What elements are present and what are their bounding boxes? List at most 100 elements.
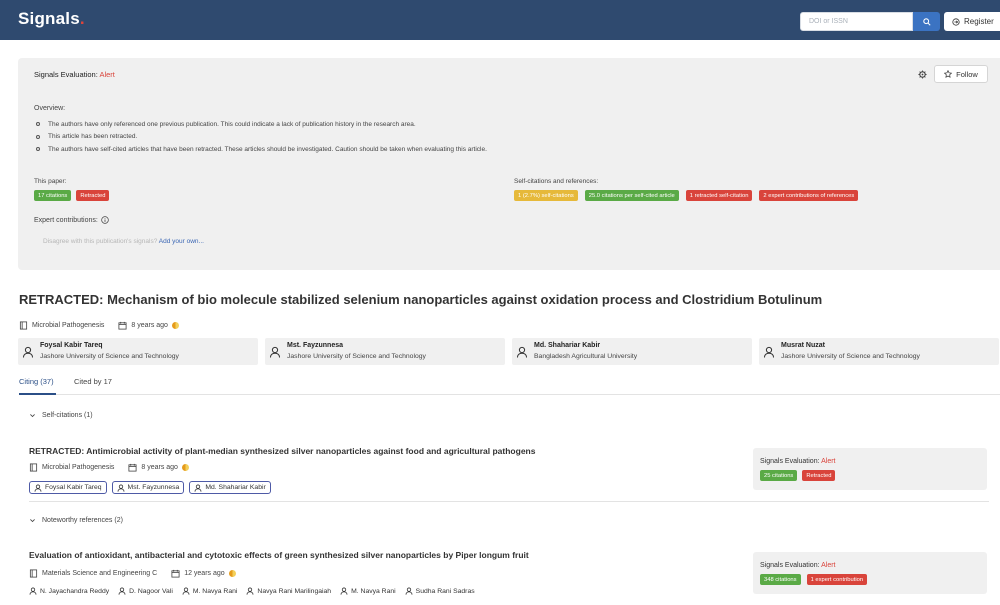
chevron-down-icon	[30, 519, 35, 523]
author-affiliation: Jashore University of Science and Techno…	[287, 353, 426, 360]
page-title: RETRACTED: Mechanism of bio molecule sta…	[19, 292, 823, 307]
journal-name[interactable]: Microbial Pathogenesis	[32, 322, 104, 329]
retracted-self-citation-badge: 1 retracted self-citation	[685, 190, 753, 201]
author-card[interactable]: Foysal Kabir Tareq Jashore University of…	[18, 338, 258, 365]
reference-signals-box[interactable]: Signals Evaluation: Alert 348 citations …	[753, 552, 987, 594]
self-citation-badge: 1 (2.7%) self-citations	[514, 190, 578, 201]
signals-logo[interactable]: Signals.	[18, 9, 85, 29]
calendar-icon	[118, 321, 127, 330]
retracted-badge: Retracted	[802, 470, 836, 481]
divider	[29, 501, 989, 502]
citations-badge: 17 citations	[34, 190, 72, 201]
overview-item: The authors have self-cited articles tha…	[34, 143, 487, 156]
author-card[interactable]: Mst. Fayzunnesa Jashore University of Sc…	[265, 338, 505, 365]
author-chip[interactable]: Md. Shahariar Kabir	[189, 481, 271, 494]
expert-contributions-label: Expert contributions:	[34, 216, 109, 224]
reference-signals-title: Signals Evaluation: Alert	[760, 458, 836, 465]
author-affiliation: Bangladesh Agricultural University	[534, 353, 638, 360]
register-button[interactable]: Register	[944, 12, 1000, 31]
author-name: Musrat Nuzat	[781, 342, 825, 349]
open-access-icon	[228, 570, 236, 577]
reference-title[interactable]: RETRACTED: Antimicrobial activity of pla…	[29, 446, 535, 456]
person-icon	[182, 587, 190, 595]
reference-badges: 348 citations 1 expert contribution	[760, 574, 868, 585]
signals-evaluation-panel: Signals Evaluation: Alert Follow Overvie…	[18, 58, 1000, 270]
reference-meta: Microbial Pathogenesis 8 years ago	[29, 463, 189, 472]
person-icon	[517, 346, 527, 358]
reference-title[interactable]: Evaluation of antioxidant, antibacterial…	[29, 550, 529, 560]
author-chip[interactable]: Mst. Fayzunnesa	[111, 481, 185, 494]
person-icon	[23, 346, 33, 358]
retracted-badge: Retracted	[76, 190, 110, 201]
star-icon	[944, 70, 953, 78]
overview-item: This article has been retracted.	[34, 131, 487, 144]
reference-badges: 25 citations Retracted	[760, 470, 836, 481]
open-access-icon	[171, 322, 179, 329]
citations-badge: 25 citations	[760, 470, 798, 481]
person-icon	[34, 484, 42, 492]
person-icon	[118, 587, 126, 595]
overview-list: The authors have only referenced one pre…	[34, 118, 487, 156]
author-name: Foysal Kabir Tareq	[40, 342, 103, 349]
citations-per-article-badge: 25.0 citations per self-cited article	[584, 190, 679, 201]
author-list: N. Jayachandra Reddy D. Nagoor Vali M. N…	[29, 587, 475, 595]
journal-icon	[29, 463, 38, 472]
add-your-own-link[interactable]: Add your own...	[159, 238, 204, 245]
author-card[interactable]: Md. Shahariar Kabir Bangladesh Agricultu…	[512, 338, 752, 365]
author-affiliation: Jashore University of Science and Techno…	[781, 353, 920, 360]
calendar-icon	[128, 463, 137, 472]
info-icon[interactable]	[101, 216, 109, 224]
article-meta: Microbial Pathogenesis 8 years ago	[19, 321, 179, 330]
author-link[interactable]: Navya Rani Marilingaiah	[246, 587, 331, 595]
expert-contribution-badge: 1 expert contribution	[806, 574, 868, 585]
self-citations-toggle[interactable]: Self-citations (1)	[29, 412, 93, 419]
author-chips: Foysal Kabir Tareq Mst. Fayzunnesa Md. S…	[29, 481, 271, 494]
search-button[interactable]	[913, 12, 940, 31]
tabs-divider	[19, 394, 1000, 395]
journal-name[interactable]: Microbial Pathogenesis	[42, 464, 114, 471]
citations-badge: 348 citations	[760, 574, 801, 585]
publication-age: 8 years ago	[131, 322, 168, 329]
evaluation-title: Signals Evaluation: Alert	[34, 70, 115, 79]
publication-age: 12 years ago	[184, 570, 225, 577]
this-paper-label: This paper:	[34, 178, 67, 185]
person-icon	[247, 587, 254, 595]
follow-button[interactable]: Follow	[934, 65, 988, 83]
active-tab-indicator	[19, 393, 56, 395]
gear-icon[interactable]	[918, 70, 927, 81]
author-link[interactable]: M. Navya Rani	[340, 587, 396, 595]
tab-cited-by[interactable]: Cited by 17	[74, 377, 112, 386]
top-navbar: Signals. Register	[0, 0, 1000, 40]
author-link[interactable]: Sudha Rani Sadras	[405, 587, 475, 595]
author-card[interactable]: Musrat Nuzat Jashore University of Scien…	[759, 338, 999, 365]
reference-meta: Materials Science and Engineering C 12 y…	[29, 569, 236, 578]
noteworthy-references-toggle[interactable]: Noteworthy references (2)	[29, 517, 123, 524]
person-icon	[117, 484, 124, 492]
journal-icon	[29, 569, 38, 578]
expert-contributions-badge: 2 expert contributions of references	[759, 190, 859, 201]
person-icon	[270, 346, 280, 358]
author-name: Mst. Fayzunnesa	[287, 342, 344, 349]
login-icon	[952, 17, 960, 26]
author-link[interactable]: M. Navya Rani	[182, 587, 237, 595]
calendar-icon	[171, 569, 180, 578]
tab-citing[interactable]: Citing (37)	[19, 377, 54, 386]
self-citation-badges: 1 (2.7%) self-citations 25.0 citations p…	[514, 190, 859, 201]
journal-name[interactable]: Materials Science and Engineering C	[42, 570, 157, 577]
author-chip[interactable]: Foysal Kabir Tareq	[29, 481, 107, 494]
reference-signals-box[interactable]: Signals Evaluation: Alert 25 citations R…	[753, 448, 987, 490]
author-name: Md. Shahariar Kabir	[534, 342, 601, 349]
person-icon	[764, 346, 774, 358]
chevron-down-icon	[30, 414, 35, 418]
author-link[interactable]: N. Jayachandra Reddy	[29, 587, 109, 595]
person-icon	[29, 587, 37, 595]
search-icon	[922, 17, 931, 26]
publication-age: 8 years ago	[141, 464, 178, 471]
person-icon	[340, 587, 348, 595]
reference-signals-title: Signals Evaluation: Alert	[760, 562, 836, 569]
author-link[interactable]: D. Nagoor Vali	[118, 587, 173, 595]
doi-search-input[interactable]	[800, 12, 913, 31]
this-paper-badges: 17 citations Retracted	[34, 190, 110, 201]
evaluation-status: Alert	[99, 70, 115, 79]
self-citations-label: Self-citations and references:	[514, 178, 599, 185]
